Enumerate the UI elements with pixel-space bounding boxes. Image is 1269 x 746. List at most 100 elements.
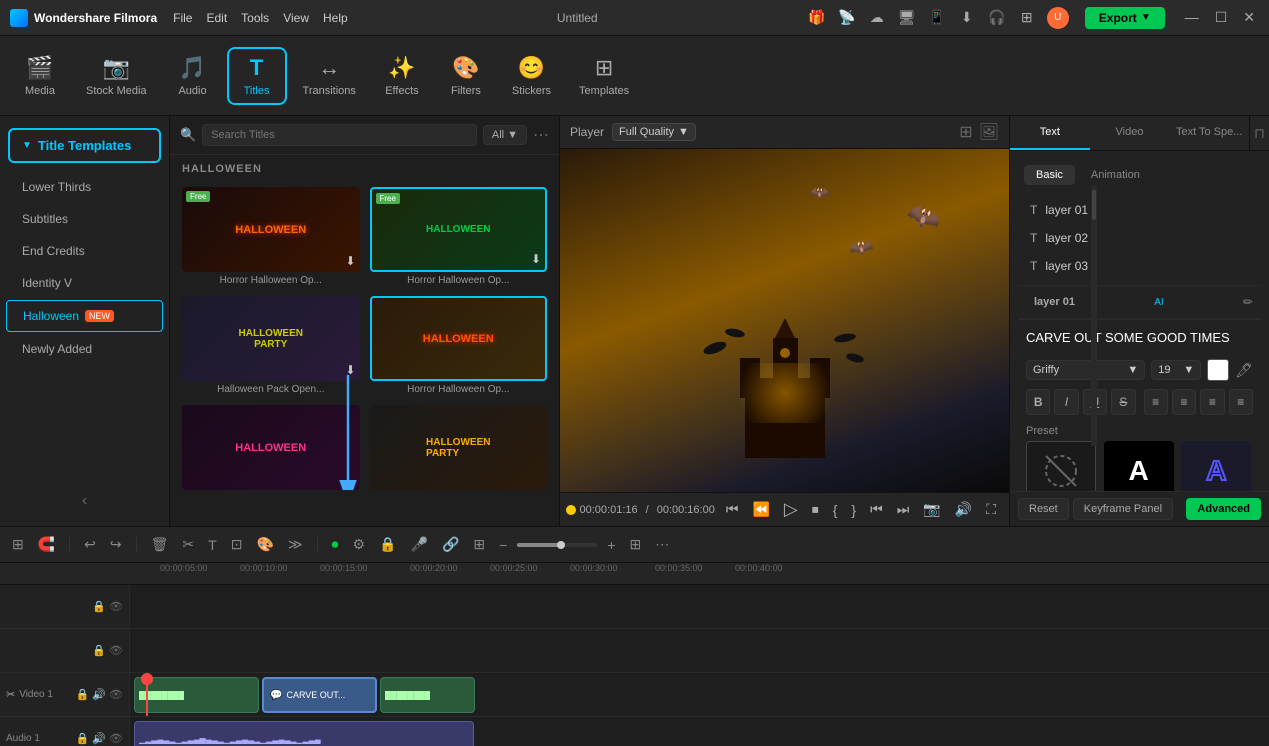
progress-bar[interactable] [570, 508, 572, 512]
preset-item-0[interactable] [1026, 441, 1096, 491]
sidebar-collapse-button[interactable]: ‹ [0, 484, 169, 518]
audio-eye[interactable]: 👁 [109, 732, 123, 745]
tl-grid-button[interactable]: ⊞ [626, 534, 646, 555]
maximize-button[interactable]: ☐ [1211, 9, 1232, 26]
share-icon[interactable]: 📡 [837, 8, 857, 28]
template-card-3[interactable]: HALLOWEENPARTY ⬇ Halloween Pack Open... [182, 296, 360, 395]
frame-back-button[interactable]: ⏪ [749, 501, 772, 518]
sidebar-header[interactable]: ▼ Title Templates [8, 128, 161, 163]
align-left-button[interactable]: ≡ [1144, 389, 1168, 415]
tl-zoom-slider[interactable] [517, 543, 597, 547]
snapshot-button[interactable]: 📷 [920, 501, 943, 518]
tl-zoom-in-button[interactable]: + [603, 535, 619, 555]
tool-effects[interactable]: ✨ Effects [372, 49, 432, 103]
strikethrough-button[interactable]: S [1111, 389, 1135, 415]
tool-audio[interactable]: 🎵 Audio [163, 49, 223, 103]
font-select[interactable]: Griffy ▼ [1026, 360, 1145, 380]
bold-button[interactable]: B [1026, 389, 1050, 415]
tl-settings-button[interactable]: ⚙ [349, 534, 370, 555]
export-button[interactable]: Export ▼ [1085, 7, 1165, 29]
tl-pip-button[interactable]: ⊞ [469, 534, 489, 555]
template-card-6[interactable]: HALLOWEENPARTY [370, 405, 548, 493]
sidebar-item-lower-thirds[interactable]: Lower Thirds [6, 172, 163, 202]
tl-cut-button[interactable]: ✂ [178, 534, 198, 555]
advanced-button[interactable]: Advanced [1186, 498, 1261, 520]
avatar[interactable]: U [1047, 7, 1069, 29]
play-button[interactable]: ▷ [781, 499, 801, 520]
tab-video[interactable]: Video [1090, 116, 1170, 150]
track-1-eye[interactable]: 👁 [109, 688, 123, 701]
grid-view-icon[interactable]: ⊞ [959, 122, 972, 142]
next-clip-button[interactable]: ⏭ [894, 501, 913, 518]
tl-video-clip-2[interactable]: ████████ [380, 677, 475, 713]
tl-delete-button[interactable]: 🗑 [147, 534, 173, 555]
track-3-eye[interactable]: 👁 [109, 600, 123, 613]
template-card-1[interactable]: Free HALLOWEEN ⬇ Horror Halloween Op... [182, 187, 360, 286]
sidebar-item-halloween[interactable]: Halloween NEW [6, 300, 163, 332]
tool-titles[interactable]: T Titles [227, 47, 287, 105]
stop-button[interactable]: ⏹ [809, 501, 822, 518]
menu-view[interactable]: View [283, 11, 309, 25]
tool-stickers[interactable]: 😊 Stickers [500, 49, 563, 103]
size-select[interactable]: 19 ▼ [1151, 360, 1201, 380]
prev-clip-button[interactable]: ⏮ [867, 501, 886, 518]
image-view-icon[interactable]: 🖼 [979, 122, 999, 142]
sidebar-item-end-credits[interactable]: End Credits [6, 236, 163, 266]
italic-button[interactable]: I [1054, 389, 1078, 415]
audio-track-content[interactable]: ▁▂▃▄▃▂▁▂▃▄▅▄▃▂▁▂▃▄▃▂▁▂▃▄▃▂▁▂▃▄ [130, 717, 1269, 746]
download-icon-2[interactable]: ⬇ [531, 252, 541, 266]
track-3-content[interactable] [130, 585, 1269, 628]
menu-edit[interactable]: Edit [206, 11, 227, 25]
text-content-display[interactable]: CARVE OUT SOME GOOD TIMES [1026, 326, 1253, 355]
align-right-button[interactable]: ≡ [1200, 389, 1224, 415]
tool-templates[interactable]: ⊞ Templates [567, 49, 641, 103]
volume-button[interactable]: 🔊 [952, 501, 975, 518]
apps-icon[interactable]: ⊞ [1017, 8, 1037, 28]
keyframe-panel-button[interactable]: Keyframe Panel [1073, 498, 1173, 520]
tl-mic-button[interactable]: 🎤 [407, 534, 432, 555]
fullscreen-button[interactable]: ⛶ [983, 501, 999, 518]
tl-record-button[interactable]: ⏺ [328, 534, 343, 555]
sidebar-item-identity-v[interactable]: Identity V [6, 268, 163, 298]
layer-item-3[interactable]: T layer 03 [1022, 253, 1257, 279]
right-panel-collapse[interactable]: ⊓ [1249, 116, 1269, 150]
align-justify-button[interactable]: ≡ [1229, 389, 1253, 415]
track-2-lock[interactable]: 🔒 [92, 644, 106, 657]
template-card-2[interactable]: Free HALLOWEEN ⬇ Horror Halloween Op... [370, 187, 548, 286]
scroll-indicator[interactable] [1091, 186, 1097, 446]
tl-forward-button[interactable]: ≫ [284, 534, 307, 555]
menu-tools[interactable]: Tools [241, 11, 269, 25]
align-center-button[interactable]: ≡ [1172, 389, 1196, 415]
tl-redo-button[interactable]: ↪ [106, 534, 126, 555]
layer-item-1[interactable]: T layer 01 [1022, 197, 1257, 223]
monitor-icon[interactable]: 🖥 [897, 8, 917, 28]
menu-file[interactable]: File [173, 11, 192, 25]
tool-transitions[interactable]: ↔ Transitions [291, 49, 368, 103]
tool-stock-media[interactable]: 📷 Stock Media [74, 49, 159, 103]
tool-filters[interactable]: 🎨 Filters [436, 49, 496, 103]
subtab-basic[interactable]: Basic [1024, 165, 1075, 185]
download-icon-3[interactable]: ⬇ [345, 363, 355, 377]
tl-color-button[interactable]: 🎨 [252, 534, 277, 555]
subtab-animation[interactable]: Animation [1079, 165, 1152, 185]
track-2-eye[interactable]: 👁 [109, 644, 123, 657]
tl-audio-clip[interactable]: ▁▂▃▄▃▂▁▂▃▄▅▄▃▂▁▂▃▄▃▂▁▂▃▄▃▂▁▂▃▄ [134, 721, 474, 746]
tl-link-button[interactable]: 🔗 [438, 534, 463, 555]
color-picker-icon[interactable]: 🖊 [1235, 362, 1253, 379]
tl-zoom-out-button[interactable]: − [495, 535, 511, 555]
track-1-content[interactable]: ████████ 💬 CARVE OUT... ████████ [130, 673, 1269, 716]
close-button[interactable]: ✕ [1239, 9, 1259, 26]
tl-undo-button[interactable]: ↩ [80, 534, 100, 555]
tl-more-button[interactable]: ⋯ [651, 534, 673, 555]
tool-media[interactable]: 🎬 Media [10, 49, 70, 103]
headset-icon[interactable]: 🎧 [987, 8, 1007, 28]
skip-back-button[interactable]: ⏮ [723, 501, 742, 518]
template-card-5[interactable]: HALLOWEEN [182, 405, 360, 493]
tl-magnet-icon[interactable]: 🧲 [34, 534, 59, 555]
layer-item-2[interactable]: T layer 02 [1022, 225, 1257, 251]
tl-layout-icon[interactable]: ⊞ [8, 534, 28, 555]
edit-icon[interactable]: ✏ [1243, 295, 1253, 309]
tl-crop-button[interactable]: ⊡ [227, 534, 247, 555]
track-1-lock[interactable]: 🔒 [76, 688, 90, 701]
preset-item-1[interactable]: A [1104, 441, 1174, 491]
